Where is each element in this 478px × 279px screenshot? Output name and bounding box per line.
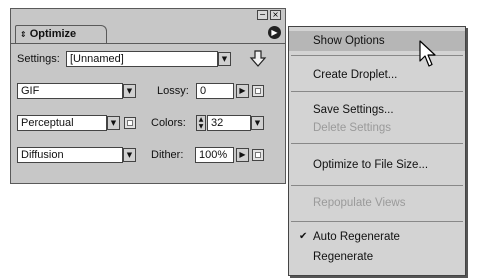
menu-item-save-settings[interactable]: Save Settings... xyxy=(289,100,465,120)
menu-item-auto-regenerate-label: Auto Regenerate xyxy=(313,231,400,243)
reduction-select[interactable]: Perceptual xyxy=(17,115,107,131)
minimize-icon[interactable]: − xyxy=(257,10,268,20)
colors-stepper-icon[interactable]: ▲ ▼ xyxy=(196,115,206,131)
format-dropdown-icon[interactable]: ▼ xyxy=(123,84,136,98)
palette-flyout-menu: Show Options Create Droplet... Save Sett… xyxy=(288,26,466,276)
dither-algorithm-select[interactable]: Diffusion xyxy=(17,147,123,163)
close-icon[interactable]: × xyxy=(270,10,281,20)
menu-item-regenerate[interactable]: Regenerate xyxy=(289,247,465,267)
menu-divider xyxy=(291,143,463,144)
colors-dropdown-icon[interactable]: ▼ xyxy=(251,116,264,130)
dither-channel-icon[interactable] xyxy=(252,149,264,161)
palette-tabstrip: ⇕ Optimize ▶ xyxy=(11,23,285,44)
save-settings-arrow-icon[interactable] xyxy=(249,49,267,69)
tab-optimize[interactable]: ⇕ Optimize xyxy=(15,25,107,43)
tab-expand-icon: ⇕ xyxy=(20,30,27,39)
lossy-slider-arrow-icon[interactable]: ▶ xyxy=(236,84,249,98)
lossy-input[interactable]: 0 xyxy=(196,83,234,99)
lossy-channel-icon[interactable] xyxy=(252,85,264,97)
settings-select[interactable]: [Unnamed] xyxy=(66,51,218,67)
optimize-palette: − × ⇕ Optimize ▶ Settings: [Unnamed] ▼ GI… xyxy=(10,8,286,184)
menu-item-optimize-to-file-size[interactable]: Optimize to File Size... xyxy=(289,155,465,175)
reduction-channel-icon[interactable] xyxy=(124,117,136,129)
menu-divider xyxy=(291,185,463,186)
dither-slider-arrow-icon[interactable]: ▶ xyxy=(236,148,249,162)
mouse-pointer-icon xyxy=(419,40,436,67)
menu-item-auto-regenerate[interactable]: ✔ Auto Regenerate xyxy=(289,227,465,247)
palette-menu-arrow-icon[interactable]: ▶ xyxy=(268,26,281,39)
menu-divider xyxy=(291,91,463,92)
colors-select[interactable]: 32 xyxy=(207,115,251,131)
reduction-dropdown-icon[interactable]: ▼ xyxy=(107,116,120,130)
menu-divider xyxy=(291,221,463,222)
checkmark-icon: ✔ xyxy=(299,231,308,242)
palette-titlebar[interactable]: − × xyxy=(11,9,285,23)
settings-dropdown-icon[interactable]: ▼ xyxy=(218,52,231,66)
settings-label: Settings: xyxy=(17,53,60,65)
tab-optimize-label: Optimize xyxy=(29,28,77,40)
format-select[interactable]: GIF xyxy=(17,83,123,99)
dither-label: Dither: xyxy=(151,149,184,161)
menu-item-delete-settings: Delete Settings xyxy=(313,122,391,134)
dither-algorithm-dropdown-icon[interactable]: ▼ xyxy=(123,148,136,162)
lossy-label: Lossy: xyxy=(157,85,189,97)
menu-item-repopulate-views: Repopulate Views xyxy=(313,197,406,209)
dither-input[interactable]: 100% xyxy=(195,147,234,163)
colors-label: Colors: xyxy=(151,117,186,129)
